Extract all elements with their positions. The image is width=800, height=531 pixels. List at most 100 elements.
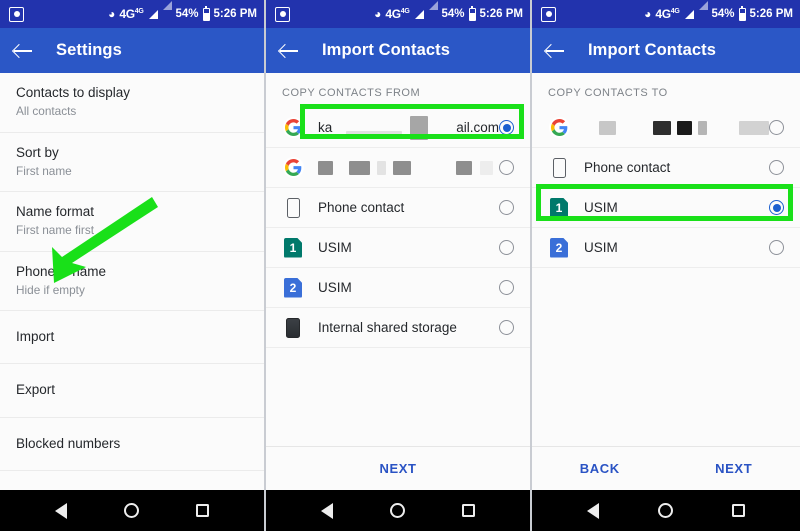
nav-back-icon[interactable] [587,502,600,519]
signal-strength-icon-sim2 [428,0,438,19]
redaction-block [410,115,429,140]
nav-back-icon[interactable] [320,502,333,519]
status-bar: ◕ 4G4G 54% 5:26 PM [0,0,264,28]
redaction-block [346,130,403,137]
import-destination-list: COPY CONTACTS TO Phone contact 1 USIM 2 … [532,73,800,446]
item-title: Sort by [16,144,59,160]
phone-screen-settings: ◕ 4G4G 54% 5:26 PM Settings Contacts to … [0,0,266,531]
back-button[interactable]: BACK [568,455,632,482]
settings-item-export[interactable]: Export [0,364,264,418]
source-row-label: ka ail.com [306,115,499,140]
nav-home-icon[interactable] [389,503,405,518]
phone-screen-import-from: ◕ 4G4G 54% 5:26 PM Import Contacts COPY … [266,0,532,531]
back-arrow-icon[interactable] [12,40,34,62]
destination-row-usim-2[interactable]: 2 USIM [532,228,800,268]
source-row-phone-contact[interactable]: Phone contact [266,188,530,228]
radio-button[interactable] [499,160,514,175]
item-subtitle: First name first [16,223,94,238]
redaction-block [738,120,769,135]
destination-row-usim-1[interactable]: 1 USIM [532,188,800,228]
settings-item-import[interactable]: Import [0,311,264,365]
signal-strength-icon-sim1 [684,9,694,19]
settings-item-contacts-to-display[interactable]: Contacts to display All contacts [0,73,264,133]
email-prefix: ka [318,120,333,135]
battery-icon [468,5,476,21]
page-title: Settings [56,41,122,59]
next-button[interactable]: NEXT [367,455,428,482]
radio-button[interactable] [499,280,514,295]
settings-item-sort-by[interactable]: Sort by First name [0,132,264,193]
storage-icon [280,317,306,338]
radio-button[interactable] [499,240,514,255]
nav-recents-icon[interactable] [462,504,476,517]
nav-back-icon[interactable] [54,502,67,519]
item-subtitle: First name [16,163,72,178]
item-title: Name format [16,204,95,220]
source-row-usim-1[interactable]: 1 USIM [266,228,530,268]
radio-button[interactable] [769,120,784,135]
network-type-label: 4G4G [119,7,144,21]
redaction-block [697,120,707,135]
email-suffix: ail.com [456,120,499,135]
radio-button[interactable] [499,200,514,215]
screen-record-icon [541,6,556,22]
signal-strength-icon-sim2 [162,0,172,19]
next-button[interactable]: NEXT [703,455,764,482]
destination-row-label: USIM [584,200,618,215]
settings-item-phonetic-name[interactable]: Phonetic name Hide if empty [0,251,264,312]
app-bar-import-contacts: Import Contacts [266,28,530,73]
source-row-google-account-2[interactable] [266,148,530,188]
radio-button[interactable] [769,240,784,255]
destination-row-label: USIM [584,240,618,255]
item-title: Import [16,329,55,345]
redaction-block [377,160,386,175]
settings-item-about-contacts[interactable]: About Contacts [0,470,264,490]
sim2-icon: 2 [546,237,572,258]
redaction-block [653,120,671,135]
nav-recents-icon[interactable] [731,504,745,517]
item-title: Phonetic name [16,263,107,279]
destination-row-google-account[interactable] [532,108,800,148]
screen-record-icon [9,6,24,22]
back-arrow-icon[interactable] [278,40,300,62]
redaction-block [599,120,617,135]
source-row-google-account-1[interactable]: ka ail.com [266,108,530,148]
nav-home-icon[interactable] [657,503,673,518]
screenshot-root: ◕ 4G4G 54% 5:26 PM Settings Contacts to … [0,0,800,531]
nav-recents-icon[interactable] [196,504,210,517]
status-bar: ◕ 4G4G 54% 5:26 PM [532,0,800,28]
phone-icon [546,157,572,178]
nav-home-icon[interactable] [123,503,139,518]
source-row-label: Internal shared storage [318,320,457,335]
network-type-label: 4G4G [655,7,680,21]
settings-item-blocked-numbers[interactable]: Blocked numbers [0,417,264,471]
android-nav-bar [532,490,800,531]
source-row-label: USIM [318,280,352,295]
redaction-block [318,160,333,175]
redaction-block [349,160,370,175]
sim1-icon: 1 [546,197,572,218]
radio-button[interactable] [769,160,784,175]
destination-row-label: Phone contact [584,160,671,175]
source-row-internal-shared-storage[interactable]: Internal shared storage [266,308,530,348]
settings-item-name-format[interactable]: Name format First name first [0,192,264,252]
item-subtitle: Hide if empty [16,282,85,297]
destination-row-phone-contact[interactable]: Phone contact [532,148,800,188]
back-arrow-icon[interactable] [544,40,566,62]
battery-icon [202,5,210,21]
item-title: Export [16,382,56,398]
cast-icon: ◕ [374,7,382,21]
source-row-label: USIM [318,240,352,255]
phone-screen-import-to: ◕ 4G4G 54% 5:26 PM Import Contacts COPY … [532,0,800,531]
section-label-copy-to: COPY CONTACTS TO [532,73,800,108]
app-bar-settings: Settings [0,28,264,73]
source-row-usim-2[interactable]: 2 USIM [266,268,530,308]
status-bar: ◕ 4G4G 54% 5:26 PM [266,0,530,28]
radio-button-selected[interactable] [769,200,784,215]
cast-icon: ◕ [644,7,652,21]
phone-icon [280,197,306,218]
radio-button-selected[interactable] [499,120,514,135]
radio-button[interactable] [499,320,514,335]
import-source-list: COPY CONTACTS FROM ka ail.com Phone cont… [266,73,530,446]
destination-row-label [572,120,769,135]
